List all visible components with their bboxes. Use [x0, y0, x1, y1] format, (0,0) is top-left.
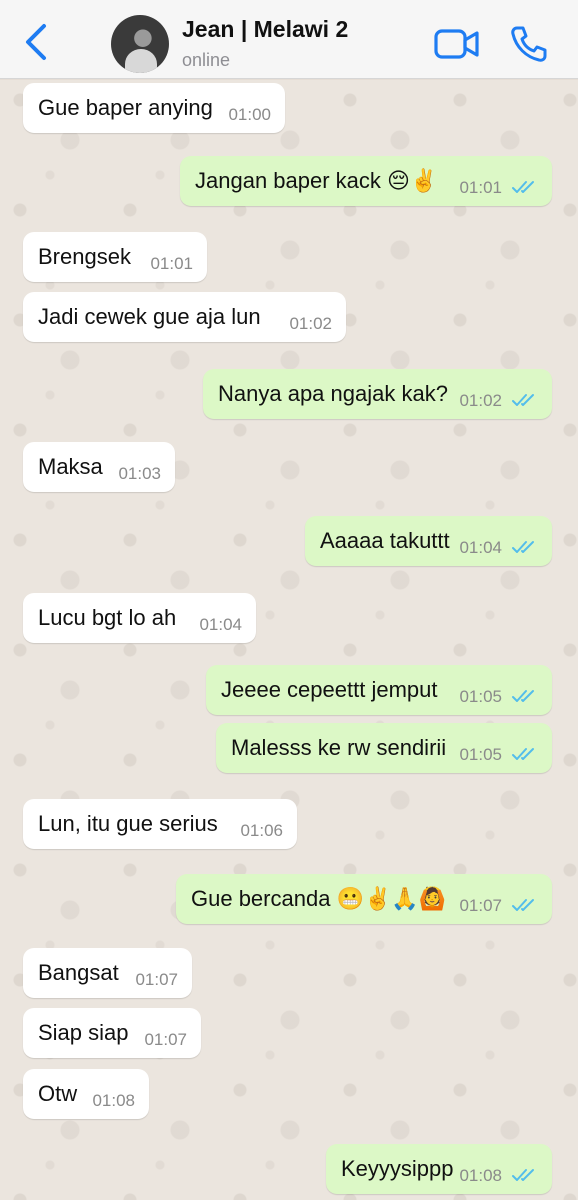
message-text: Siap siap [38, 1020, 129, 1045]
video-camera-icon [434, 29, 479, 59]
outgoing-message[interactable]: Jangan baper kack 😔✌️ 01:01 [180, 156, 552, 206]
message-text: Lucu bgt lo ah [38, 605, 177, 630]
message-time: 01:06 [240, 821, 283, 840]
message-time: 01:07 [135, 970, 178, 989]
chevron-left-icon [26, 24, 46, 60]
message-text: Gue baper anying [38, 95, 213, 120]
message-time: 01:05 [459, 745, 502, 764]
incoming-message[interactable]: Jadi cewek gue aja lun 01:02 [23, 292, 346, 342]
incoming-message[interactable]: Siap siap 01:07 [23, 1008, 201, 1058]
read-receipt-icon [512, 899, 534, 911]
message-time: 01:00 [228, 105, 271, 124]
message-time: 01:04 [199, 615, 242, 634]
incoming-message[interactable]: Brengsek 01:01 [23, 232, 207, 282]
incoming-message[interactable]: Gue baper anying 01:00 [23, 83, 285, 133]
incoming-message[interactable]: Bangsat 01:07 [23, 948, 192, 998]
contact-status: online [182, 50, 231, 70]
message-time: 01:05 [459, 687, 502, 706]
message-time: 01:08 [92, 1091, 135, 1110]
incoming-message[interactable]: Lun, itu gue serius 01:06 [23, 799, 297, 849]
message-time: 01:03 [118, 464, 161, 483]
read-receipt-icon [512, 394, 534, 406]
message-text: Jadi cewek gue aja lun [38, 304, 261, 329]
message-time: 01:01 [459, 178, 502, 197]
video-call-button[interactable] [434, 28, 480, 60]
read-receipt-icon [512, 690, 534, 702]
message-text: Otw [38, 1081, 78, 1106]
outgoing-message[interactable]: Aaaaa takuttt 01:04 [305, 516, 552, 566]
message-text: Aaaaa takuttt [320, 528, 450, 553]
message-time: 01:02 [459, 391, 502, 410]
message-text: Nanya apa ngajak kak? [218, 381, 448, 406]
contact-avatar[interactable] [111, 15, 169, 73]
incoming-message[interactable]: Maksa 01:03 [23, 442, 175, 492]
read-receipt-icon [512, 748, 534, 760]
message-time: 01:08 [459, 1166, 502, 1185]
voice-call-button[interactable] [508, 24, 548, 64]
message-text: Gue bercanda 😬✌️🙏🙆 [191, 886, 447, 911]
incoming-message[interactable]: Otw 01:08 [23, 1069, 149, 1119]
read-receipt-icon [512, 541, 534, 553]
message-text: Jeeee cepeettt jemput [221, 677, 438, 702]
outgoing-message[interactable]: Gue bercanda 😬✌️🙏🙆 01:07 [176, 874, 552, 924]
message-text: Bangsat [38, 960, 119, 985]
message-time: 01:01 [150, 254, 193, 273]
outgoing-message[interactable]: Keyyysippp 01:08 [326, 1144, 552, 1194]
incoming-message[interactable]: Lucu bgt lo ah 01:04 [23, 593, 256, 643]
message-time: 01:07 [144, 1030, 187, 1049]
message-list[interactable]: Gue baper anying 01:00 Jangan baper kack 😔… [0, 80, 578, 1200]
contact-name[interactable]: Jean | Melawi 2 [182, 16, 348, 43]
back-button[interactable] [18, 22, 54, 62]
message-text: Jangan baper kack 😔✌️ [195, 168, 438, 193]
outgoing-message[interactable]: Jeeee cepeettt jemput 01:05 [206, 665, 552, 715]
message-text: Keyyysippp [341, 1156, 454, 1181]
outgoing-message[interactable]: Malesss ke rw sendirii 01:05 [216, 723, 552, 773]
read-receipt-icon [512, 1169, 534, 1181]
message-time: 01:04 [459, 538, 502, 557]
message-text: Lun, itu gue serius [38, 811, 218, 836]
outgoing-message[interactable]: Nanya apa ngajak kak? 01:02 [203, 369, 552, 419]
chat-header: Jean | Melawi 2 online [0, 0, 578, 79]
message-text: Maksa [38, 454, 103, 479]
read-receipt-icon [512, 181, 534, 193]
message-text: Brengsek [38, 244, 131, 269]
message-text: Malesss ke rw sendirii [231, 735, 447, 760]
message-time: 01:07 [459, 896, 502, 915]
phone-icon [511, 26, 547, 62]
message-time: 01:02 [289, 314, 332, 333]
